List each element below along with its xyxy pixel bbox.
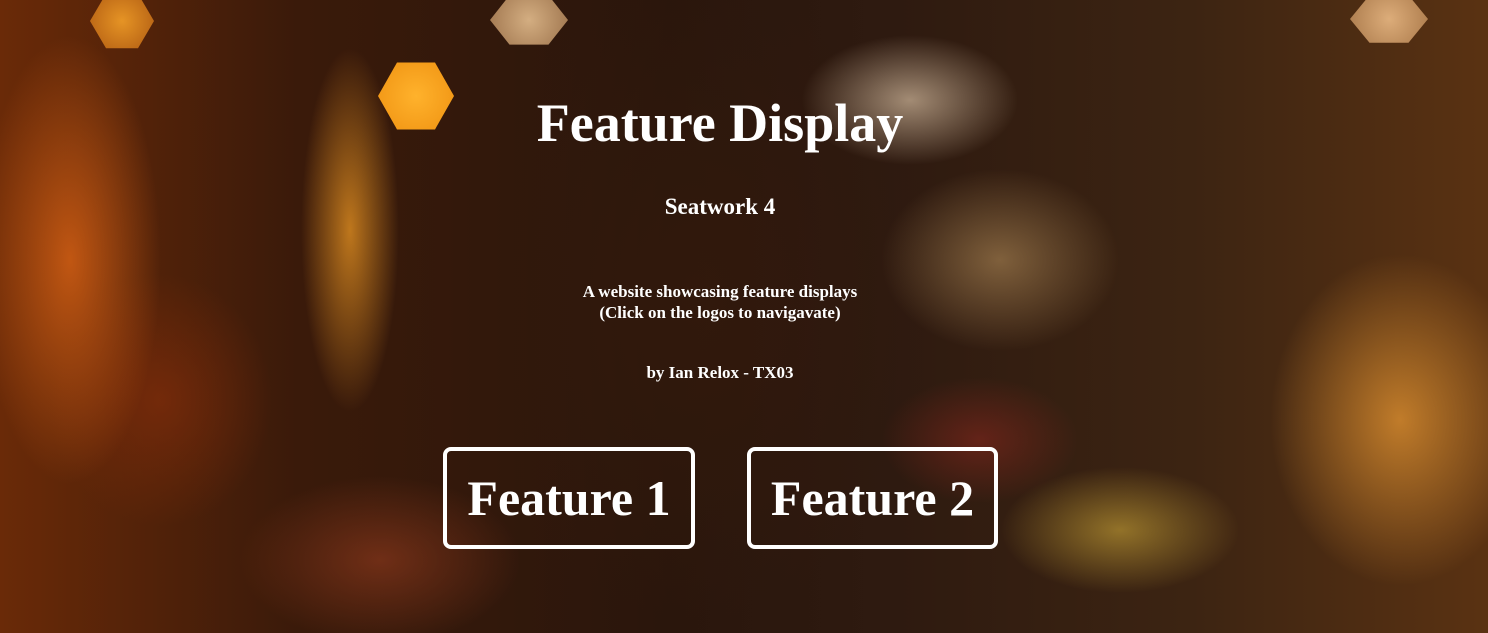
description-line: A website showcasing feature displays <box>582 282 858 301</box>
feature-2-button[interactable]: Feature 2 <box>747 447 998 549</box>
main-content: Feature Display Seatwork 4 A website sho… <box>0 0 1488 633</box>
page-subtitle: Seatwork 4 <box>664 194 776 219</box>
author-credit: by Ian Relox - TX03 <box>646 363 794 382</box>
page-title: Feature Display <box>536 93 904 153</box>
site-description: A website showcasing feature displays (C… <box>470 281 970 323</box>
feature-1-button[interactable]: Feature 1 <box>443 447 695 549</box>
description-hint: (Click on the logos to navigavate) <box>599 303 841 322</box>
